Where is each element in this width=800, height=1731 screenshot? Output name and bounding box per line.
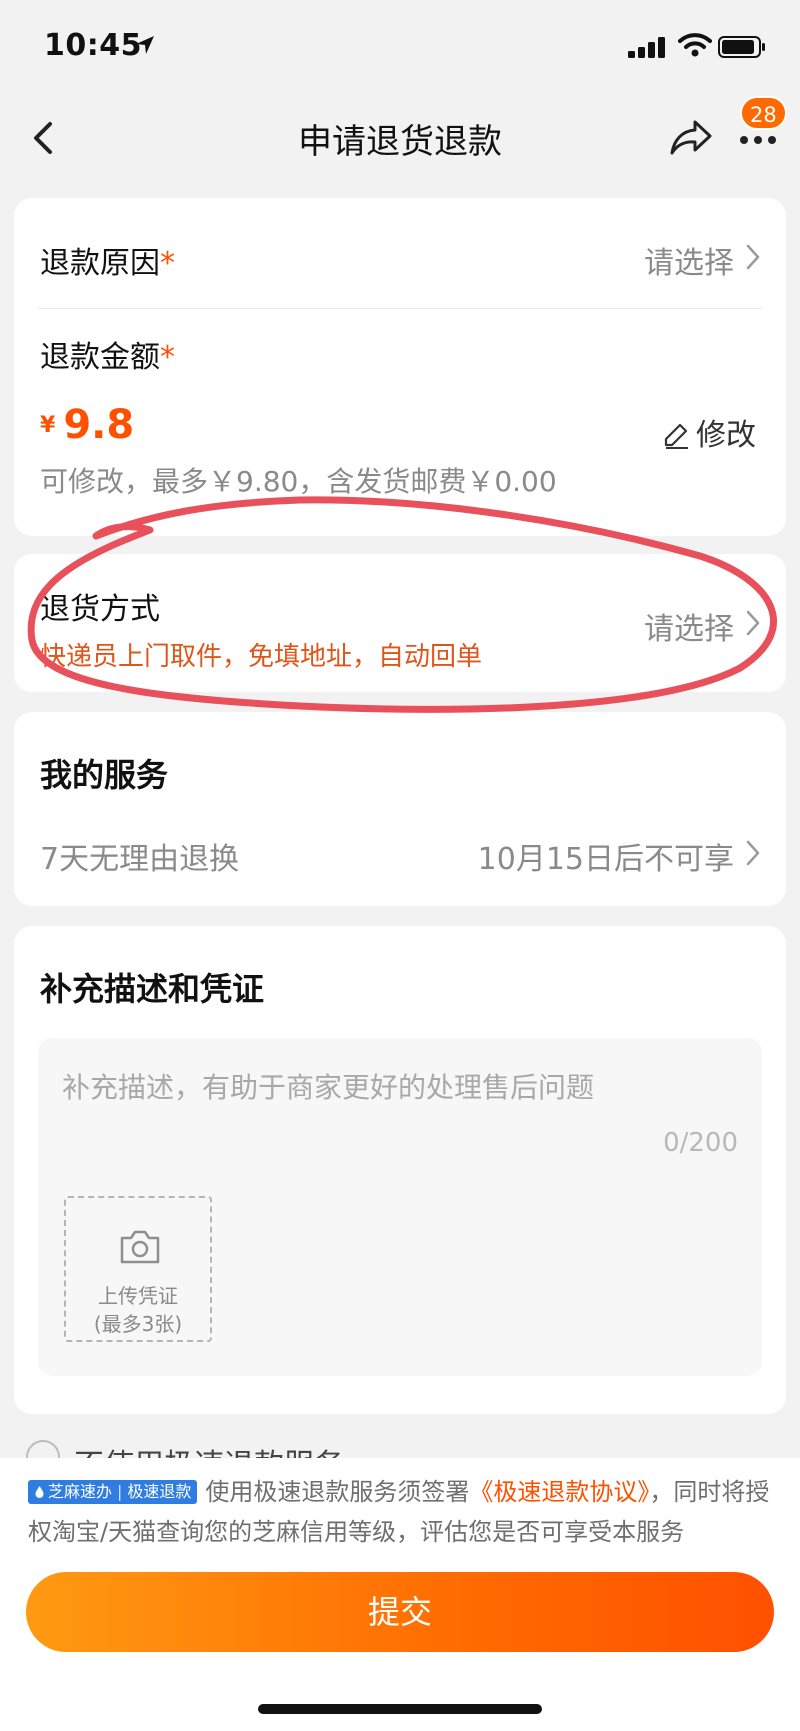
refund-reason-select[interactable]: 请选择 [644, 238, 734, 282]
required-star: * [160, 246, 175, 281]
required-star: * [160, 340, 175, 375]
my-services-title: 我的服务 [40, 756, 169, 794]
character-counter: 0/200 [663, 1128, 738, 1158]
return-method-select[interactable]: 请选择 [644, 604, 734, 648]
fast-refund-agreement-link[interactable]: 《极速退款协议》 [469, 1478, 649, 1506]
submit-button[interactable]: 提交 [26, 1572, 774, 1652]
chevron-right-icon [746, 840, 760, 866]
description-evidence-card: 补充描述和凭证 补充描述，有助于商家更好的处理售后问题 0/200 上传凭证 (… [14, 926, 786, 1414]
upload-limit: (最多3张) [93, 1312, 183, 1336]
refund-amount: ¥9.8 [40, 402, 134, 448]
agreement-text: 芝麻速办 | 极速退款 使用极速退款服务须签署《极速退款协议》，同时将授权淘宝/天猫查… [28, 1472, 778, 1552]
edit-amount-button[interactable]: 修改 [662, 410, 756, 454]
refund-amount-value: 9.8 [63, 402, 135, 448]
agreement-text-pre: 使用极速退款服务须签署 [205, 1478, 470, 1506]
share-icon[interactable] [668, 116, 714, 158]
currency-symbol: ¥ [40, 413, 56, 438]
no-fast-refund-label: 不使用极速退款服务 [74, 1440, 344, 1460]
battery-icon [718, 36, 765, 58]
tag-right-text: 极速退款 [127, 1482, 192, 1501]
status-bar: 10:45 [0, 0, 800, 96]
message-count-badge: 28 [740, 96, 787, 130]
refund-request-page: 10:45 申请退货退款 28 退款原因* 请选择 退款金额* ¥ 9.8 修改… [0, 0, 800, 1731]
pencil-icon [664, 423, 688, 449]
my-services-card: 我的服务 7天无理由退换 10月15日后不可享 [14, 712, 786, 906]
service-item-7-day-return[interactable]: 7天无理由退换 10月15日后不可享 [14, 812, 786, 892]
description-textarea[interactable]: 补充描述，有助于商家更好的处理售后问题 0/200 上传凭证 (最多3张) [38, 1038, 762, 1376]
return-method-hint: 快递员上门取件，免填地址，自动回单 [40, 642, 483, 672]
radio-button[interactable] [26, 1440, 60, 1460]
refund-reason-amount-card: 退款原因* 请选择 退款金额* ¥9.8 修改 可修改，最多￥9.80，含发货邮… [14, 198, 786, 536]
cellular-signal-icon [628, 37, 665, 58]
tag-separator: | [117, 1482, 123, 1501]
chevron-right-icon [746, 244, 760, 270]
return-method-label: 退货方式 [40, 592, 160, 627]
description-placeholder: 补充描述，有助于商家更好的处理售后问题 [62, 1071, 595, 1104]
refund-amount-note: 可修改，最多￥9.80，含发货邮费￥0.00 [40, 465, 557, 498]
divider [38, 308, 762, 309]
refund-amount-label: 退款金额 [40, 340, 160, 375]
service-item-status: 10月15日后不可享 [477, 842, 734, 877]
service-item-label: 7天无理由退换 [40, 842, 240, 877]
tag-left-text: 芝麻速办 [48, 1482, 113, 1501]
wifi-icon [678, 33, 712, 57]
home-indicator [258, 1704, 542, 1714]
sesame-fast-refund-tag: 芝麻速办 | 极速退款 [28, 1480, 198, 1504]
refund-reason-row[interactable]: 退款原因* 请选择 [14, 198, 786, 308]
more-options-icon[interactable] [738, 130, 778, 150]
return-method-card[interactable]: 退货方式 快递员上门取件，免填地址，自动回单 请选择 [14, 554, 786, 692]
status-time: 10:45 [44, 28, 142, 63]
refund-reason-label: 退款原因 [40, 246, 160, 281]
navigation-bar: 申请退货退款 28 [0, 96, 800, 180]
upload-evidence-button[interactable]: 上传凭证 (最多3张) [64, 1196, 212, 1342]
camera-icon [120, 1230, 160, 1264]
edit-amount-label: 修改 [696, 418, 756, 453]
description-title: 补充描述和凭证 [40, 970, 265, 1008]
location-arrow-icon [136, 36, 154, 54]
upload-label: 上传凭证 [98, 1284, 178, 1308]
drop-icon [35, 1486, 44, 1498]
bottom-action-bar: 芝麻速办 | 极速退款 使用极速退款服务须签署《极速退款协议》，同时将授权淘宝/天猫查… [0, 1458, 800, 1731]
no-fast-refund-option[interactable]: 不使用极速退款服务 [26, 1436, 786, 1460]
chevron-right-icon [746, 610, 760, 636]
